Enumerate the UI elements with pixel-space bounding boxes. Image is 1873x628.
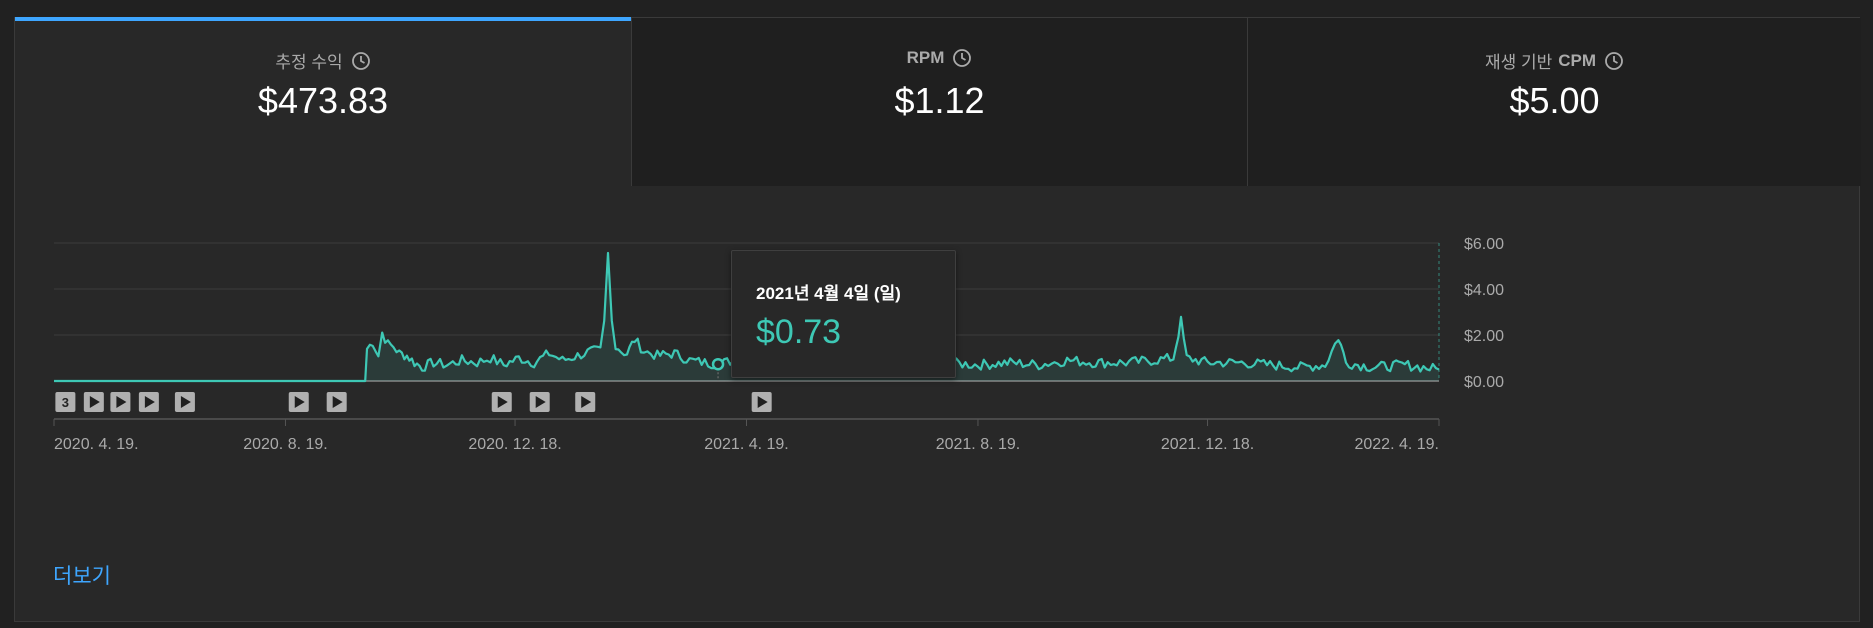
x-tick-label: 2022. 4. 19. bbox=[1354, 436, 1439, 453]
y-tick-label: $0.00 bbox=[1464, 374, 1504, 391]
see-more-link[interactable]: 더보기 bbox=[53, 560, 111, 590]
tab-value: $5.00 bbox=[1509, 80, 1600, 121]
tab-label-prefix: 재생 기반 bbox=[1484, 53, 1553, 72]
tab-value: $1.12 bbox=[894, 80, 985, 121]
y-tick-label: $6.00 bbox=[1464, 236, 1504, 253]
tab-label: 추정 수익 bbox=[275, 53, 343, 72]
tab-label: RPM bbox=[906, 48, 945, 67]
clock-icon[interactable] bbox=[1604, 51, 1624, 71]
tab-estimated-revenue[interactable]: 추정 수익 $473.83 bbox=[15, 17, 631, 186]
tab-value: $473.83 bbox=[257, 80, 389, 121]
x-tick-label: 2020. 4. 19. bbox=[54, 436, 139, 453]
revenue-chart-svg[interactable]: $6.00 $4.00 $2.00 $0.00 3 2020. 4. 19. 2020. 8… bbox=[15, 186, 1861, 586]
tab-rpm[interactable]: RPM $1.12 bbox=[631, 18, 1247, 186]
tooltip-value: $0.73 bbox=[756, 313, 842, 351]
active-tab-indicator bbox=[15, 17, 631, 21]
clock-icon[interactable] bbox=[351, 51, 371, 71]
clock-icon[interactable] bbox=[952, 48, 972, 68]
highlight-point[interactable] bbox=[711, 357, 725, 371]
x-tick-label: 2020. 8. 19. bbox=[243, 436, 328, 453]
tab-label: CPM bbox=[1558, 50, 1597, 70]
x-tick-label: 2021. 12. 18. bbox=[1161, 436, 1254, 453]
y-tick-label: $2.00 bbox=[1464, 328, 1504, 345]
y-tick-label: $4.00 bbox=[1464, 282, 1504, 299]
x-tick-label: 2020. 12. 18. bbox=[468, 436, 561, 453]
metric-tabs: 추정 수익 $473.83 RPM $1.12 재생 기반 CPM $5.00 bbox=[15, 17, 1861, 186]
video-count-label: 3 bbox=[62, 395, 69, 410]
x-tick-label: 2021. 4. 19. bbox=[704, 436, 789, 453]
chart-tooltip: 2021년 4월 4일 (일) $0.73 bbox=[731, 250, 956, 378]
x-tick-label: 2021. 8. 19. bbox=[936, 436, 1021, 453]
tooltip-date: 2021년 4월 4일 (일) bbox=[756, 284, 901, 303]
revenue-chart[interactable]: $6.00 $4.00 $2.00 $0.00 3 2020. 4. 19. 2020. 8… bbox=[15, 186, 1861, 586]
tab-playback-cpm[interactable]: 재생 기반 CPM $5.00 bbox=[1247, 18, 1861, 186]
